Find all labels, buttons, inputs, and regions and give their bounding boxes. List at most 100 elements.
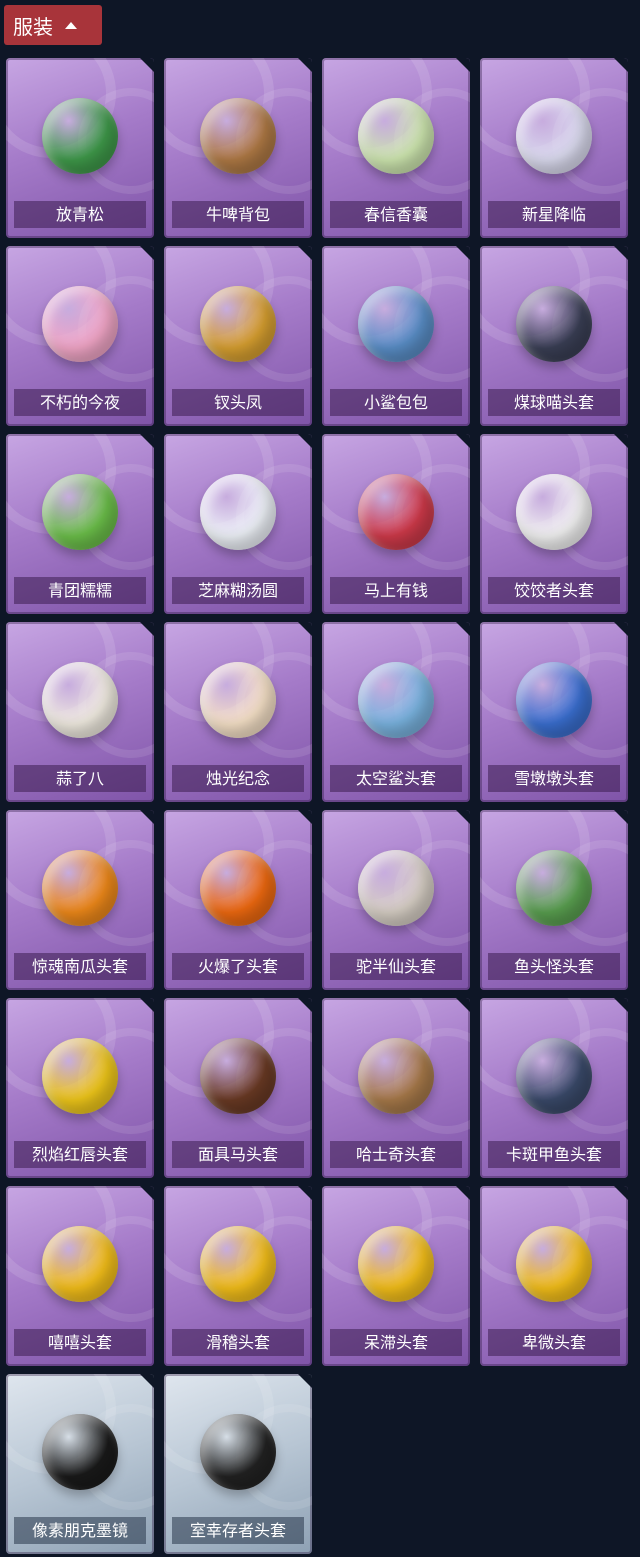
item-card[interactable]: 火爆了头套	[164, 810, 312, 990]
item-label: 新星降临	[488, 201, 620, 228]
item-image	[32, 462, 128, 562]
item-card[interactable]: 放青松	[6, 58, 154, 238]
item-card[interactable]: 惊魂南瓜头套	[6, 810, 154, 990]
item-card[interactable]: 太空鲨头套	[322, 622, 470, 802]
card-corner	[456, 434, 470, 448]
item-card[interactable]: 烈焰红唇头套	[6, 998, 154, 1178]
item-card[interactable]: 马上有钱	[322, 434, 470, 614]
item-image	[348, 1214, 444, 1314]
horse-mask-icon	[200, 1038, 276, 1114]
card-corner	[140, 1186, 154, 1200]
card-corner	[456, 58, 470, 72]
item-card[interactable]: 哈士奇头套	[322, 998, 470, 1178]
item-card[interactable]: 芝麻糊汤圆	[164, 434, 312, 614]
item-card[interactable]: 卑微头套	[480, 1186, 628, 1366]
item-image	[190, 274, 286, 374]
card-corner	[456, 998, 470, 1012]
card-corner	[298, 998, 312, 1012]
item-card[interactable]: 面具马头套	[164, 998, 312, 1178]
item-label: 烈焰红唇头套	[14, 1141, 146, 1168]
card-corner	[298, 58, 312, 72]
item-image	[190, 1402, 286, 1502]
item-image	[32, 838, 128, 938]
card-corner	[140, 1374, 154, 1388]
pikachu-icon	[42, 1038, 118, 1114]
pumpkin-icon	[42, 850, 118, 926]
card-corner	[140, 998, 154, 1012]
item-card[interactable]: 烛光纪念	[164, 622, 312, 802]
item-label: 呆滞头套	[330, 1329, 462, 1356]
item-card[interactable]: 煤球喵头套	[480, 246, 628, 426]
item-label: 像素朋克墨镜	[14, 1517, 146, 1544]
cow-barrel-icon	[200, 98, 276, 174]
card-corner	[614, 810, 628, 824]
item-card[interactable]: 驼半仙头套	[322, 810, 470, 990]
doll-keychain-icon	[516, 98, 592, 174]
item-label: 滑稽头套	[172, 1329, 304, 1356]
item-card[interactable]: 滑稽头套	[164, 1186, 312, 1366]
card-corner	[456, 810, 470, 824]
red-horse-icon	[358, 474, 434, 550]
section-tab-clothing[interactable]: 服装	[4, 5, 102, 45]
item-image	[506, 1214, 602, 1314]
item-label: 小鲨包包	[330, 389, 462, 416]
item-image	[32, 274, 128, 374]
item-card[interactable]: 钗头凤	[164, 246, 312, 426]
item-card[interactable]: 饺饺者头套	[480, 434, 628, 614]
item-grid: 放青松 牛啤背包 春信香囊 新星降临不朽的今夜 钗头凤 小鲨包包 煤球喵头套青团糯糯 芝麻糊汤…	[6, 58, 628, 1554]
item-card[interactable]: 蒜了八	[6, 622, 154, 802]
chevron-up-icon	[65, 21, 77, 29]
item-image	[32, 650, 128, 750]
item-card[interactable]: 呆滞头套	[322, 1186, 470, 1366]
card-corner	[614, 58, 628, 72]
item-card[interactable]: 春信香囊	[322, 58, 470, 238]
white-dumpling-icon	[200, 474, 276, 550]
item-image	[32, 1026, 128, 1126]
card-corner	[298, 434, 312, 448]
item-label: 蒜了八	[14, 765, 146, 792]
card-corner	[140, 810, 154, 824]
husky-icon	[358, 1038, 434, 1114]
item-image	[506, 274, 602, 374]
fire-icon	[200, 850, 276, 926]
item-card[interactable]: 牛啤背包	[164, 58, 312, 238]
card-corner	[140, 246, 154, 260]
item-label: 鱼头怪头套	[488, 953, 620, 980]
item-label: 雪墩墩头套	[488, 765, 620, 792]
item-image	[190, 838, 286, 938]
item-image	[190, 650, 286, 750]
card-corner	[140, 58, 154, 72]
item-image	[190, 86, 286, 186]
item-card[interactable]: 不朽的今夜	[6, 246, 154, 426]
fish-head-icon	[516, 850, 592, 926]
item-label: 火爆了头套	[172, 953, 304, 980]
item-card[interactable]: 鱼头怪头套	[480, 810, 628, 990]
item-image	[32, 1402, 128, 1502]
card-corner	[298, 1374, 312, 1388]
item-label: 牛啤背包	[172, 201, 304, 228]
phoenix-crown-icon	[200, 286, 276, 362]
item-card[interactable]: 雪墩墩头套	[480, 622, 628, 802]
item-card[interactable]: 嘻嘻头套	[6, 1186, 154, 1366]
sachet-icon	[358, 98, 434, 174]
item-label: 青团糯糯	[14, 577, 146, 604]
item-card[interactable]: 像素朋克墨镜	[6, 1374, 154, 1554]
grin-emoji-icon	[42, 1226, 118, 1302]
pixel-sunglasses-icon	[42, 1414, 118, 1490]
card-corner	[456, 246, 470, 260]
item-label: 放青松	[14, 201, 146, 228]
item-card[interactable]: 小鲨包包	[322, 246, 470, 426]
item-image	[190, 1026, 286, 1126]
item-label: 哈士奇头套	[330, 1141, 462, 1168]
item-label: 钗头凤	[172, 389, 304, 416]
item-label: 太空鲨头套	[330, 765, 462, 792]
section-tab-label: 服装	[13, 14, 53, 39]
item-card[interactable]: 青团糯糯	[6, 434, 154, 614]
item-card[interactable]: 新星降临	[480, 58, 628, 238]
card-corner	[614, 246, 628, 260]
item-card[interactable]: 卡斑甲鱼头套	[480, 998, 628, 1178]
item-card[interactable]: 室幸存者头套	[164, 1374, 312, 1554]
item-label: 驼半仙头套	[330, 953, 462, 980]
item-image	[506, 462, 602, 562]
item-label: 卡斑甲鱼头套	[488, 1141, 620, 1168]
